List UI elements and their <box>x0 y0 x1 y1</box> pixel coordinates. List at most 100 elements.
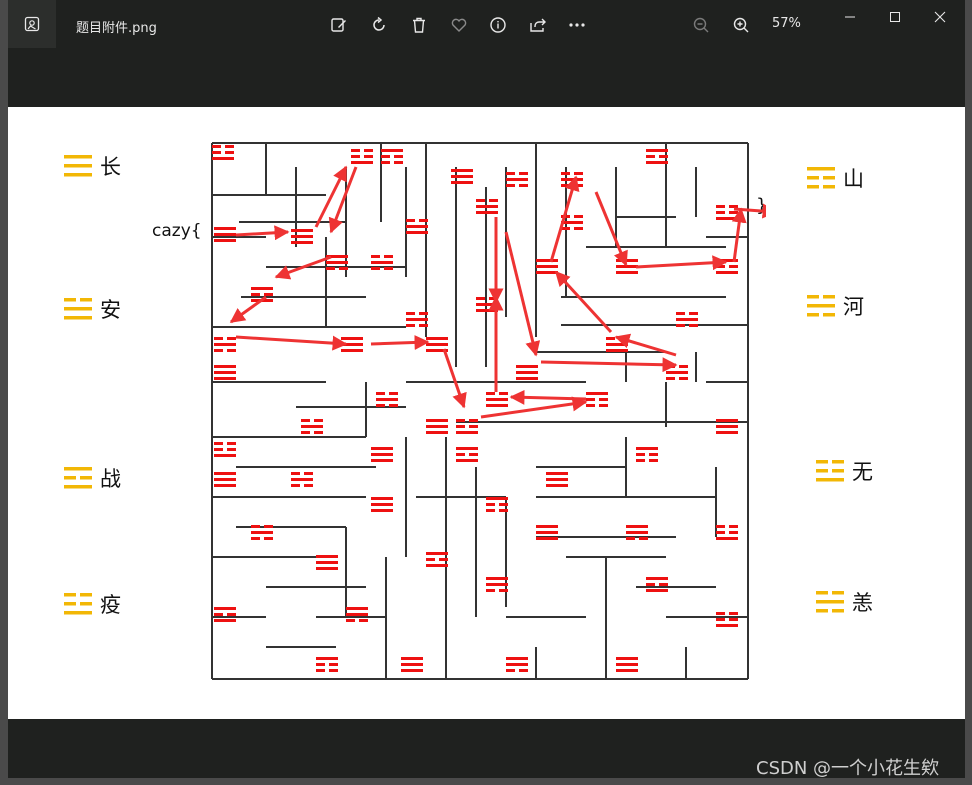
title-bar: 题目附件.png 57% <box>8 0 965 50</box>
maze-trigram-symbol <box>456 447 478 462</box>
maze-trigram-symbol <box>516 365 538 380</box>
right-label-4: 恙 <box>816 587 873 617</box>
share-button[interactable] <box>525 12 551 38</box>
maze-trigram-symbol <box>426 552 448 567</box>
zoom-out-icon <box>693 17 709 33</box>
close-icon <box>934 11 946 23</box>
zoom-in-icon <box>733 17 749 33</box>
maze-trigram-symbol <box>586 392 608 407</box>
left-label-3: 战 <box>64 463 121 493</box>
delete-button[interactable] <box>406 12 432 38</box>
info-button[interactable] <box>485 12 511 38</box>
maze-trigram-symbol <box>291 472 313 487</box>
edit-image-button[interactable] <box>326 12 352 38</box>
right-label-2: 河 <box>807 291 864 321</box>
info-icon <box>490 17 506 33</box>
maze-trigram-symbol <box>212 145 234 160</box>
maze-trigram-symbol <box>486 497 508 512</box>
path-arrow <box>635 255 728 271</box>
maze-trigram-symbol <box>506 172 528 187</box>
maze-trigram-symbol <box>616 259 638 274</box>
edit-image-icon <box>331 18 346 32</box>
path-arrow <box>549 175 580 263</box>
maze-trigram-symbol <box>214 365 236 380</box>
path-arrow <box>594 191 628 267</box>
trigram-icon <box>816 591 844 613</box>
csdn-watermark: CSDN @一个小花生欸 <box>756 758 940 779</box>
maze-trigram-symbol <box>716 525 738 540</box>
minimize-icon <box>845 16 855 18</box>
more-icon <box>569 23 585 27</box>
trigram-icon <box>807 167 835 189</box>
favorite-button[interactable] <box>446 12 472 38</box>
flag-prefix: cazy{ <box>152 221 202 241</box>
maze-trigram-symbol <box>376 392 398 407</box>
maze-trigram-symbol <box>716 205 738 220</box>
close-button[interactable] <box>920 4 960 30</box>
favorite-heart-icon <box>451 18 467 32</box>
maze-trigram-symbol <box>486 577 508 592</box>
minimize-button[interactable] <box>830 4 870 30</box>
maze-trigram-symbol <box>214 227 236 242</box>
maze-trigram-symbol <box>716 419 738 434</box>
maximize-icon <box>890 12 900 22</box>
path-arrow <box>731 207 747 263</box>
zoom-out-button[interactable] <box>688 12 714 38</box>
maze-trigram-symbol <box>214 472 236 487</box>
maze-trigram-symbol <box>351 149 373 164</box>
maze-trigram-symbol <box>316 657 338 672</box>
photos-app-icon[interactable] <box>8 0 56 48</box>
left-label-text: 安 <box>100 298 121 322</box>
maze-trigram-symbol <box>646 577 668 592</box>
maze-trigram-symbol <box>646 149 668 164</box>
rotate-icon <box>373 16 385 31</box>
path-arrow <box>504 231 541 357</box>
trigram-icon <box>64 467 92 489</box>
left-label-2: 安 <box>64 294 121 324</box>
zoom-in-button[interactable] <box>728 12 754 38</box>
left-label-text: 战 <box>100 467 121 491</box>
more-button[interactable] <box>564 12 590 38</box>
image-canvas: 长 安 战 疫 山 河 无 恙 cazy{} <box>8 107 965 719</box>
maze-trigram-symbol <box>616 657 638 672</box>
maze-trigram-symbol <box>636 447 658 462</box>
trigram-icon <box>807 295 835 317</box>
maze-trigram-symbol <box>536 259 558 274</box>
path-arrow <box>554 270 613 334</box>
maze-trigram-symbol <box>291 229 313 244</box>
maze-trigram-symbol <box>406 219 428 234</box>
maze-trigram-symbol <box>401 657 423 672</box>
maze-trigram-symbol <box>486 392 508 407</box>
maze-trigram-symbol <box>371 497 393 512</box>
maze-trigram-symbol <box>214 442 236 457</box>
zoom-level[interactable]: 57% <box>772 16 801 31</box>
left-label-4: 疫 <box>64 589 121 619</box>
file-name: 题目附件.png <box>76 21 157 36</box>
path-arrow <box>733 203 766 219</box>
maze-trigram-symbol <box>301 419 323 434</box>
right-label-text: 恙 <box>852 591 873 615</box>
maze-trigram-symbol <box>371 447 393 462</box>
trigram-icon <box>64 155 92 177</box>
maze-trigram-symbol <box>536 525 558 540</box>
maze-trigram-symbol <box>316 555 338 570</box>
right-label-text: 山 <box>843 167 864 191</box>
maze-trigram-symbol <box>506 657 528 672</box>
left-label-text: 疫 <box>100 593 121 617</box>
trigram-icon <box>64 593 92 615</box>
maze-trigram-symbol <box>561 172 583 187</box>
right-label-text: 无 <box>852 460 873 484</box>
rotate-button[interactable] <box>366 12 392 38</box>
maze-image <box>211 142 766 680</box>
maze-trigram-symbol <box>716 612 738 627</box>
path-arrow <box>314 165 348 228</box>
right-label-1: 山 <box>807 163 864 193</box>
share-icon <box>530 18 546 32</box>
path-arrow <box>235 335 348 351</box>
maze-trigram-symbol <box>451 169 473 184</box>
maze-trigram-symbol <box>214 337 236 352</box>
delete-icon <box>413 17 425 33</box>
maximize-button[interactable] <box>875 4 915 30</box>
left-label-text: 长 <box>100 155 121 179</box>
path-arrow <box>540 357 678 373</box>
